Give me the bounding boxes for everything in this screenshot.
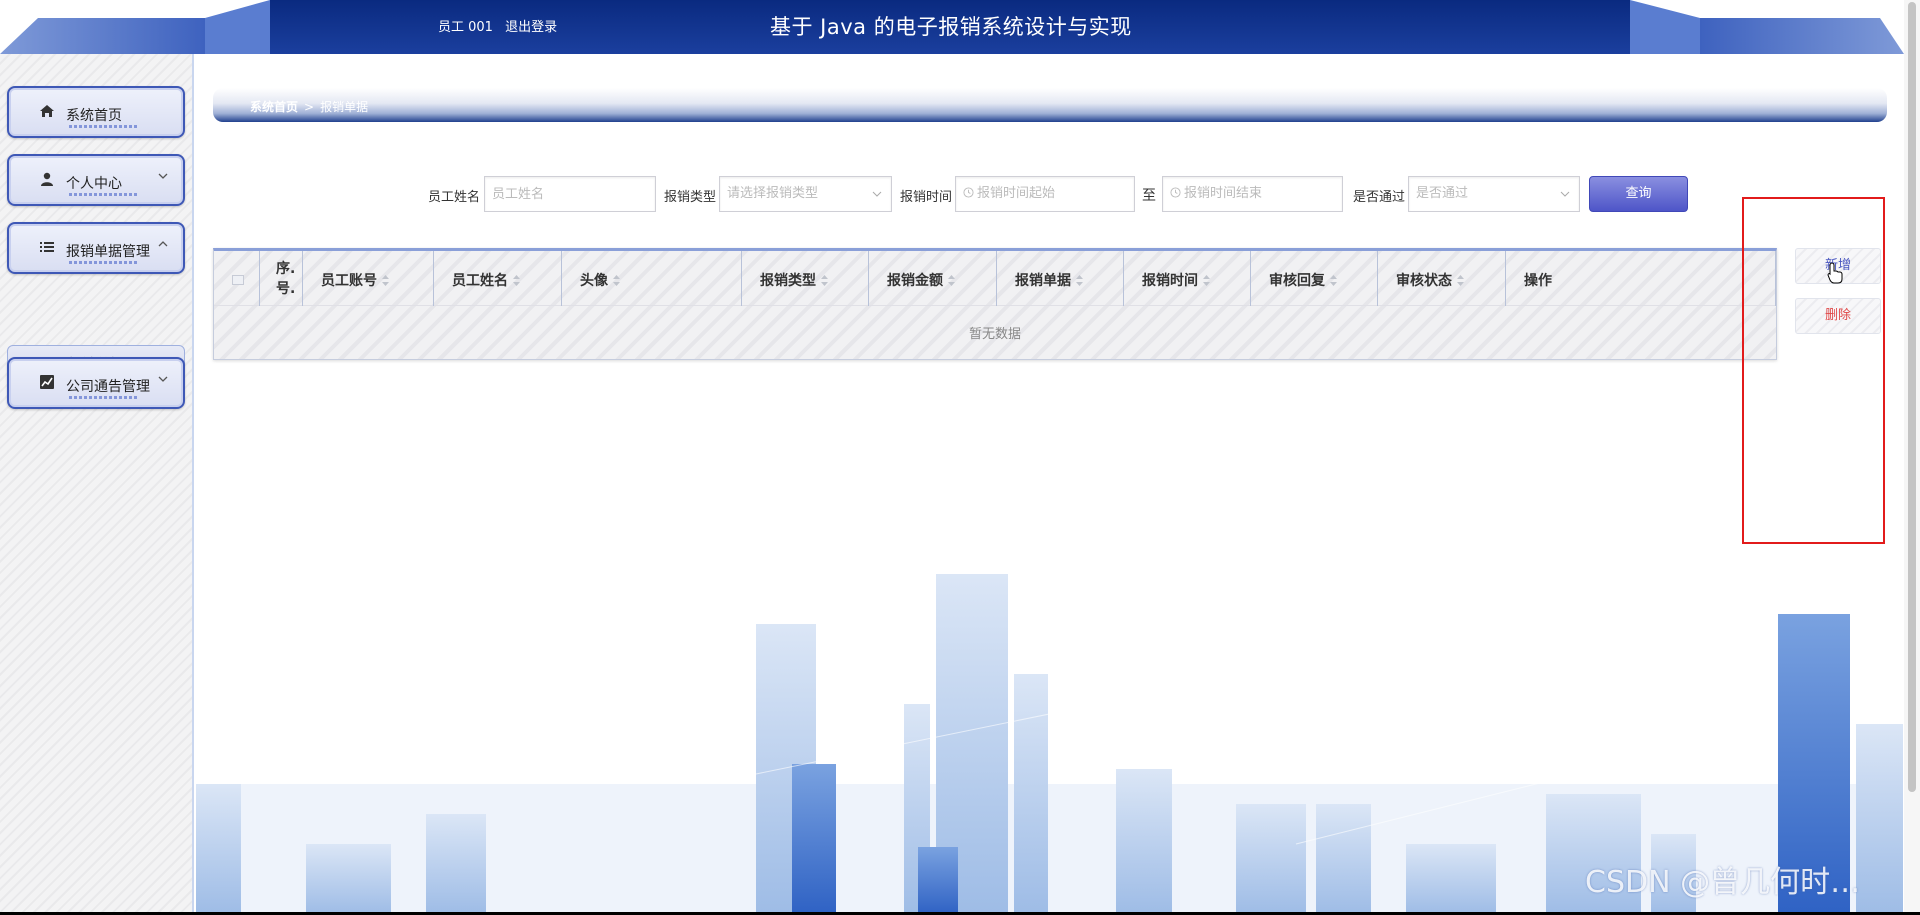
- top-header: 员工 001 退出登录 基于 Java 的电子报销系统设计与实现: [0, 0, 1920, 54]
- breadcrumb: 系统首页 > 报销单据: [250, 98, 368, 115]
- city-skyline-background: [196, 574, 1903, 912]
- user-info: 员工 001 退出登录: [438, 16, 565, 35]
- chevron-up-icon: [158, 241, 168, 247]
- column-header-label: 审核状态: [1396, 273, 1452, 289]
- decorative-dots: [69, 125, 139, 128]
- reimbursement-type-placeholder: 请选择报销类型: [727, 186, 819, 201]
- column-header-review-reply[interactable]: 审核回复: [1251, 251, 1378, 306]
- sort-icon[interactable]: [613, 275, 620, 286]
- sort-icon[interactable]: [1203, 275, 1210, 286]
- chevron-down-icon: [1560, 191, 1570, 197]
- sidebar: 系统首页 个人中心 报销单据管理 报销单据 公司通告管理: [0, 54, 194, 912]
- clock-icon: [1170, 187, 1181, 198]
- time-start-picker[interactable]: 报销时间起始: [955, 176, 1135, 212]
- chevron-down-icon: [158, 173, 168, 179]
- column-header-reimbursement-time[interactable]: 报销时间: [1124, 251, 1251, 306]
- chart-icon: [40, 375, 54, 389]
- breadcrumb-home[interactable]: 系统首页: [250, 100, 298, 114]
- column-header-label: 头像: [580, 273, 608, 289]
- main-content: 系统首页 > 报销单据 员工姓名 报销类型 请选择报销类型 报销时间 报销时间起始 …: [196, 54, 1903, 912]
- employee-name-input[interactable]: [484, 176, 656, 212]
- breadcrumb-current: 报销单据: [320, 100, 369, 114]
- sort-icon[interactable]: [821, 275, 828, 286]
- column-header-reimbursement-amount[interactable]: 报销金额: [869, 251, 997, 306]
- column-header-label: 报销单据: [1015, 273, 1071, 289]
- select-all-cell: [214, 251, 260, 306]
- list-icon: [40, 242, 54, 252]
- app-title: 基于 Java 的电子报销系统设计与实现: [770, 15, 1132, 39]
- column-header-actions: 操作: [1506, 251, 1776, 306]
- approved-label: 是否通过: [1353, 190, 1406, 205]
- column-header-index: 序. 号.: [260, 251, 303, 306]
- column-header-avatar[interactable]: 头像: [562, 251, 742, 306]
- time-start-placeholder: 报销时间起始: [977, 186, 1056, 201]
- approved-placeholder: 是否通过: [1416, 186, 1469, 201]
- sort-icon[interactable]: [948, 275, 955, 286]
- sort-icon[interactable]: [1330, 275, 1337, 286]
- chevron-down-icon: [872, 191, 882, 197]
- column-header-reimbursement-type[interactable]: 报销类型: [742, 251, 869, 306]
- sidebar-item-label: 系统首页: [66, 108, 122, 124]
- decorative-dots: [69, 261, 139, 264]
- column-header-label: 报销金额: [887, 273, 943, 289]
- decorative-dots: [69, 193, 139, 196]
- reimbursement-time-label: 报销时间: [900, 190, 953, 205]
- column-header-label: 员工姓名: [452, 273, 508, 289]
- range-to-label: 至: [1142, 188, 1156, 204]
- breadcrumb-bar: 系统首页 > 报销单据: [213, 88, 1887, 122]
- column-header-employee-name[interactable]: 员工姓名: [434, 251, 562, 306]
- reimbursement-type-select[interactable]: 请选择报销类型: [719, 176, 892, 212]
- column-header-label: 审核回复: [1269, 273, 1325, 289]
- reimbursement-table: 序. 号. 员工账号 员工姓名 头像 报销类型 报销金额 报销单据 报销时间 审…: [213, 248, 1777, 360]
- username-label: 员工 001: [438, 20, 493, 35]
- scrollbar-thumb[interactable]: [1908, 2, 1916, 792]
- employee-name-label: 员工姓名: [428, 190, 481, 205]
- column-header-label: 序. 号.: [276, 261, 296, 297]
- sort-icon[interactable]: [513, 275, 520, 286]
- table-header: 序. 号. 员工账号 员工姓名 头像 报销类型 报销金额 报销单据 报销时间 审…: [214, 251, 1776, 306]
- time-end-picker[interactable]: 报销时间结束: [1162, 176, 1343, 212]
- column-header-label: 报销类型: [760, 273, 816, 289]
- highlight-annotation-box: [1742, 197, 1885, 544]
- breadcrumb-separator: >: [304, 100, 315, 114]
- sidebar-item-label: 报销单据管理: [66, 244, 150, 260]
- sidebar-item-reimbursement-management[interactable]: 报销单据管理: [7, 222, 185, 274]
- sidebar-item-label: 个人中心: [66, 176, 122, 192]
- time-end-placeholder: 报销时间结束: [1184, 186, 1263, 201]
- clock-icon: [963, 187, 974, 198]
- column-header-reimbursement-document[interactable]: 报销单据: [997, 251, 1124, 306]
- sort-icon[interactable]: [1457, 275, 1464, 286]
- approved-select[interactable]: 是否通过: [1408, 176, 1580, 212]
- watermark: CSDN @曾几何时…: [1585, 865, 1861, 900]
- user-icon: [41, 172, 53, 186]
- column-header-review-status[interactable]: 审核状态: [1378, 251, 1506, 306]
- logout-link[interactable]: 退出登录: [505, 20, 557, 35]
- vertical-scrollbar[interactable]: [1904, 0, 1920, 912]
- reimbursement-type-label: 报销类型: [664, 190, 717, 205]
- sidebar-item-home[interactable]: 系统首页: [7, 86, 185, 138]
- column-header-label: 员工账号: [321, 273, 377, 289]
- sidebar-item-personal-center[interactable]: 个人中心: [7, 154, 185, 206]
- home-icon: [40, 105, 54, 117]
- chevron-down-icon: [158, 376, 168, 382]
- search-form: 员工姓名 报销类型 请选择报销类型 报销时间 报销时间起始 至 报销时间结束 是…: [196, 176, 1696, 212]
- sort-icon[interactable]: [1076, 275, 1083, 286]
- sidebar-item-label: 公司通告管理: [66, 379, 150, 395]
- sort-icon[interactable]: [382, 275, 389, 286]
- column-header-label: 操作: [1524, 273, 1552, 289]
- column-header-employee-account[interactable]: 员工账号: [303, 251, 434, 306]
- column-header-label: 报销时间: [1142, 273, 1198, 289]
- empty-state-text: 暂无数据: [968, 327, 1021, 342]
- select-all-checkbox[interactable]: [232, 275, 244, 285]
- query-button[interactable]: 查询: [1589, 176, 1688, 212]
- decorative-dots: [69, 396, 139, 399]
- sidebar-item-company-notice-management[interactable]: 公司通告管理: [7, 357, 185, 409]
